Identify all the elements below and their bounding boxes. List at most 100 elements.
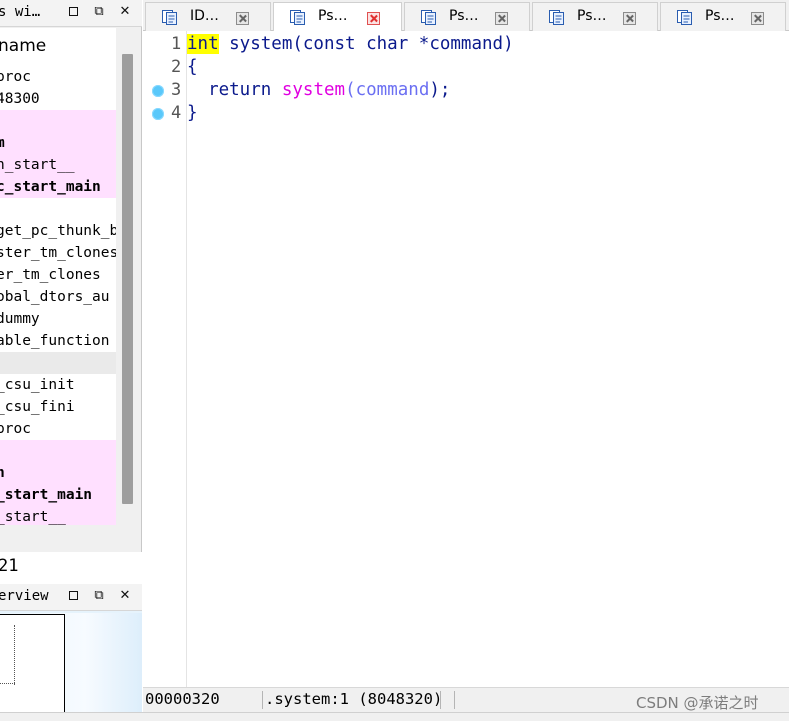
graph-overview-title: erview	[0, 588, 49, 604]
function-list-row[interactable]: ster_tm_clones	[0, 242, 116, 264]
function-name: able_function	[0, 333, 110, 349]
function-list-row[interactable]	[0, 110, 116, 132]
functions-window-titlebar[interactable]: s wi… ⧉ ✕	[0, 0, 142, 27]
function-list-row[interactable]: _start_main	[0, 484, 116, 506]
tab-4[interactable]: Ps…	[532, 2, 658, 31]
function-list-row[interactable]: dummy	[0, 308, 116, 330]
function-name: get_pc_thunk_b	[0, 223, 116, 239]
function-name: m	[0, 135, 5, 151]
window-bottom-edge	[0, 712, 789, 721]
keyword-int[interactable]: int	[187, 34, 219, 54]
function-name: er_tm_clones	[0, 267, 101, 283]
graph-edge	[0, 683, 15, 684]
graph-overview-viewport[interactable]	[0, 614, 65, 714]
open-paren: (	[345, 80, 356, 100]
tab-close-icon[interactable]	[623, 12, 636, 25]
status-location: .system:1 (8048320)	[265, 690, 443, 708]
close-icon[interactable]: ✕	[118, 5, 132, 19]
line-number: 1	[171, 34, 182, 54]
tab-close-icon[interactable]	[751, 12, 764, 25]
maximize-icon[interactable]	[66, 589, 80, 603]
code-line-3[interactable]: return system(command);	[187, 79, 450, 102]
graph-edge	[14, 625, 15, 685]
function-name: obal_dtors_au	[0, 289, 110, 305]
breakpoint-icon[interactable]	[152, 85, 164, 97]
graph-overview-titlebar[interactable]: erview ⧉ ✕	[0, 584, 142, 611]
restore-icon[interactable]: ⧉	[92, 589, 106, 603]
function-name: 48300	[0, 91, 40, 107]
function-list-row[interactable]: _csu_fini	[0, 396, 116, 418]
code-line-1[interactable]: int system(const char *command)	[187, 33, 514, 56]
tab-close-icon[interactable]	[367, 12, 380, 25]
function-name: c_start_main	[0, 179, 101, 195]
function-list-row[interactable]: m	[0, 132, 116, 154]
scrollbar-thumb[interactable]	[122, 54, 133, 504]
function-list-row[interactable]: proc	[0, 418, 116, 440]
function-list-row[interactable]: 48300	[0, 88, 116, 110]
function-count: 21	[0, 556, 19, 576]
tab-3[interactable]: Ps…	[404, 2, 530, 31]
pseudocode-view-icon	[290, 10, 305, 25]
code-line-2[interactable]: {	[187, 56, 198, 79]
function-name: dummy	[0, 311, 40, 327]
line-number: 4	[171, 103, 182, 123]
function-list-row[interactable]: get_pc_thunk_b	[0, 220, 116, 242]
code-line-4[interactable]: }	[187, 102, 198, 125]
function-list-row[interactable]: proc	[0, 66, 116, 88]
breakpoint-icon[interactable]	[152, 108, 164, 120]
function-list-row[interactable]: er_tm_clones	[0, 264, 116, 286]
line-number: 2	[171, 57, 182, 77]
function-list-row[interactable]	[0, 198, 116, 220]
functions-window-title: s wi…	[0, 4, 41, 20]
tab-label: Ps…	[318, 8, 348, 24]
function-list-row[interactable]: n_start__	[0, 154, 116, 176]
function-name: proc	[0, 421, 31, 437]
function-list-row[interactable]: n	[0, 462, 116, 484]
close-brace: }	[187, 103, 198, 123]
close-icon[interactable]: ✕	[118, 589, 132, 603]
function-list-row[interactable]: able_function	[0, 330, 116, 352]
function-list[interactable]: name proc 48300 m n_start__ c_start_main get_…	[0, 28, 116, 525]
pseudocode-view-icon	[677, 10, 692, 25]
function-name: proc	[0, 69, 31, 85]
watermark: CSDN @承诺之时	[636, 694, 759, 712]
maximize-icon[interactable]	[66, 5, 80, 19]
status-separator	[454, 691, 455, 709]
function-list-row[interactable]	[0, 352, 116, 374]
tab-label: Ps…	[705, 8, 735, 24]
tab-label: Ps…	[449, 8, 479, 24]
function-list-row[interactable]	[0, 440, 116, 462]
function-list-row[interactable]: obal_dtors_au	[0, 286, 116, 308]
keyword-return[interactable]: return	[208, 80, 271, 100]
status-separator	[262, 691, 263, 709]
pseudocode-view-icon	[549, 10, 564, 25]
tab-close-icon[interactable]	[495, 12, 508, 25]
tab-close-icon[interactable]	[236, 12, 249, 25]
function-list-row[interactable]: c_start_main	[0, 176, 116, 198]
status-separator	[440, 691, 441, 709]
pseudocode-view[interactable]: 1 2 3 4 int system(const char *command) { r…	[143, 31, 789, 687]
tab-2[interactable]: Ps…	[273, 2, 402, 32]
tab-1[interactable]: ID…	[145, 2, 271, 31]
pseudocode-view-icon	[421, 10, 436, 25]
tab-bar: ID… Ps… Ps… Ps… Ps…	[143, 0, 789, 32]
parameter-command[interactable]: command	[356, 80, 430, 100]
tab-5[interactable]: Ps…	[660, 2, 786, 31]
tab-label: Ps…	[577, 8, 607, 24]
functions-window: s wi… ⧉ ✕ name proc 48300 m n_start__ c_star…	[0, 0, 142, 552]
function-name: _start_main	[0, 487, 93, 503]
function-call-system[interactable]: system	[282, 80, 345, 100]
function-name: ster_tm_clones	[0, 245, 116, 261]
line-number-gutter[interactable]: 1 2 3 4	[143, 31, 187, 687]
function-list-scrollbar[interactable]	[116, 28, 138, 525]
disassembly-view-icon	[162, 10, 177, 25]
restore-icon[interactable]: ⧉	[92, 5, 106, 19]
function-name: n	[0, 465, 5, 481]
function-list-row[interactable]: _start__	[0, 506, 116, 525]
line-number: 3	[171, 80, 182, 100]
function-signature[interactable]: system(const char *command)	[219, 34, 513, 54]
function-list-row[interactable]: _csu_init	[0, 374, 116, 396]
column-header-name[interactable]: name	[0, 36, 46, 56]
